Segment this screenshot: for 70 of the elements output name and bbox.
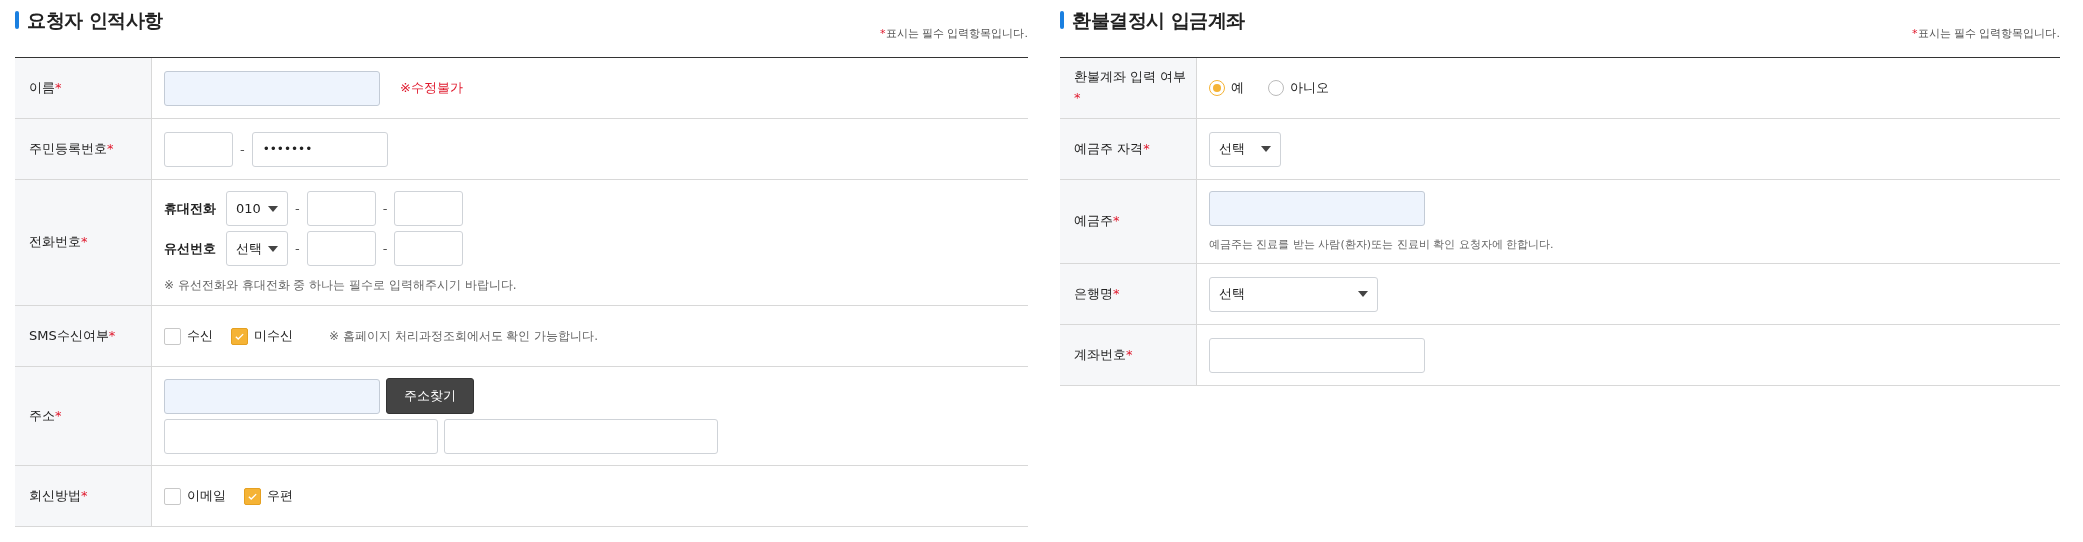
required-note: 표시는 필수 입력항목입니다. — [885, 27, 1028, 40]
text-field[interactable] — [394, 231, 464, 266]
required-mark: * — [1912, 27, 1918, 40]
field-label: 예금주 — [1074, 212, 1113, 231]
separator-dash: - — [381, 201, 389, 216]
text-field[interactable] — [164, 419, 438, 454]
field-label: 계좌번호 — [1074, 345, 1126, 364]
field-label: 이름 — [29, 78, 55, 97]
separator-dash: - — [239, 141, 246, 157]
required-mark: * — [107, 139, 114, 158]
required-mark: * — [1113, 284, 1120, 303]
field-label: 전화번호 — [29, 233, 81, 252]
radio-button[interactable] — [1209, 80, 1225, 96]
required-mark: * — [81, 233, 88, 252]
dropdown[interactable]: 선택 — [226, 231, 288, 266]
caret-icon — [1358, 291, 1368, 297]
field-label: 은행명 — [1074, 284, 1113, 303]
text-field[interactable] — [164, 131, 233, 167]
dropdown[interactable]: 선택 — [1209, 276, 1378, 312]
text-field[interactable] — [444, 419, 718, 454]
checkbox[interactable] — [231, 327, 248, 345]
dropdown[interactable]: 선택 — [1209, 131, 1281, 167]
field-label: 회신방법 — [29, 486, 81, 505]
note-text: ※ 유선전화와 휴대전화 중 하나는 필수로 입력해주시기 바랍니다. — [164, 277, 517, 294]
checkbox[interactable] — [244, 487, 261, 505]
note-text: ※ 홈페이지 처리과정조회에서도 확인 가능합니다. — [329, 327, 599, 345]
required-mark: * — [108, 326, 116, 345]
required-mark: * — [1074, 89, 1081, 107]
required-mark: * — [1143, 139, 1150, 158]
radio-button[interactable] — [1268, 80, 1284, 96]
required-mark: * — [1113, 212, 1120, 231]
text-field[interactable]: ••••••• — [251, 131, 388, 167]
text-field[interactable] — [1209, 337, 1425, 373]
note-text: 예금주는 진료를 받는 사람(환자)또는 진료비 확인 요청자에 한합니다. — [1209, 237, 1554, 252]
address-search-button[interactable]: 주소찾기 — [386, 378, 474, 414]
field-label: 환불계좌 입력 여부 — [1074, 68, 1187, 87]
checkbox-label[interactable]: 이메일 — [187, 487, 226, 505]
separator-dash: - — [294, 201, 301, 216]
text-field[interactable] — [164, 70, 380, 106]
required-mark: * — [1126, 345, 1133, 364]
required-mark: * — [880, 27, 886, 40]
separator-dash: - — [294, 241, 301, 256]
phone-type-label: 유선번호 — [164, 239, 217, 258]
dropdown[interactable]: 010 — [226, 191, 288, 226]
phone-type-label: 휴대전화 — [164, 199, 217, 218]
caret-icon — [1261, 146, 1271, 152]
checkbox[interactable] — [164, 327, 181, 345]
radio-label[interactable]: 아니오 — [1290, 79, 1329, 97]
radio-label[interactable]: 예 — [1231, 79, 1244, 97]
checkbox-label[interactable]: 미수신 — [254, 327, 293, 345]
field-label: 주민등록번호 — [29, 139, 107, 158]
text-field[interactable] — [306, 231, 376, 266]
text-field[interactable] — [1209, 191, 1425, 226]
required-mark: * — [55, 406, 62, 425]
checkbox[interactable] — [164, 487, 181, 505]
checkbox-label[interactable]: 수신 — [187, 327, 213, 345]
required-mark: * — [55, 78, 62, 97]
checkbox-label[interactable]: 우편 — [267, 487, 293, 505]
field-label: SMS수신여부 — [29, 326, 109, 345]
text-field[interactable] — [164, 378, 380, 414]
separator-dash: - — [381, 241, 389, 256]
note-text: ※수정불가 — [400, 79, 463, 97]
text-field[interactable] — [394, 191, 464, 226]
caret-icon — [268, 205, 278, 212]
caret-icon — [268, 245, 278, 252]
text-field[interactable] — [306, 191, 376, 226]
required-mark: * — [81, 486, 88, 505]
required-note: 표시는 필수 입력항목입니다. — [1917, 27, 2060, 40]
field-label: 주소 — [29, 406, 55, 425]
field-label: 예금주 자격 — [1074, 139, 1144, 158]
